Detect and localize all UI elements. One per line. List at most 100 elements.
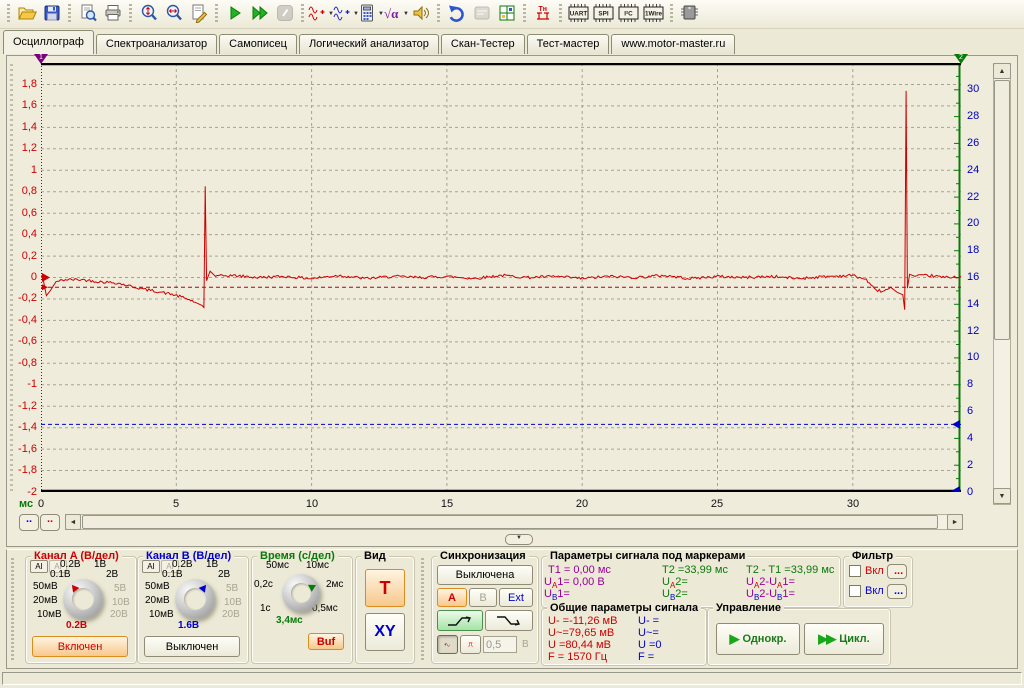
uart-button[interactable]: UART [566, 2, 591, 26]
print-preview-button[interactable] [75, 2, 100, 26]
vertical-scroll-thumb[interactable] [994, 80, 1010, 340]
tab-bar: ОсциллографСпектроанализаторСамописецЛог… [0, 29, 1024, 54]
sync-level-input[interactable] [483, 636, 517, 653]
y-left-tick-label: -0,4 [7, 314, 37, 326]
measurer-button[interactable]: Тн [530, 2, 555, 26]
measurer-icon: Тн [533, 3, 553, 26]
channel-a-knob[interactable] [63, 579, 103, 619]
toolbar-separator [523, 4, 526, 24]
y-left-tick-label: -1,8 [7, 464, 37, 476]
stop-icon [275, 3, 295, 26]
tab-2[interactable]: Спектроанализатор [96, 34, 217, 54]
scale-label: 10мВ [149, 609, 174, 620]
t1-value: T1 = 0,00 мс [548, 564, 611, 576]
one-wire-button[interactable]: 1Wire [641, 2, 666, 26]
scale-label: 1В [206, 559, 218, 570]
display-button[interactable] [469, 2, 494, 26]
rising-edge-icon [446, 614, 474, 628]
time-marker-1[interactable]: 1 [34, 54, 48, 64]
scroll-up-button[interactable]: ▲ [993, 63, 1011, 79]
scroll-left-button[interactable]: ◄ [65, 514, 81, 530]
sync-source-ext-button[interactable]: Ext [499, 588, 533, 607]
scale-label: 1с [260, 603, 271, 614]
sync-mode-pulse-button[interactable] [460, 635, 481, 654]
signal-a-icon [307, 3, 327, 26]
channel-b-state-button[interactable]: Выключен [144, 636, 240, 657]
control-grip[interactable] [11, 558, 14, 660]
sync-off-button[interactable]: Выключена [437, 565, 533, 585]
channel-a-autoscale-button[interactable]: AI [30, 560, 48, 573]
channel-b-knob[interactable] [175, 579, 215, 619]
sound-button[interactable] [408, 2, 433, 26]
i2c-button[interactable]: I²C [616, 2, 641, 26]
sync-rising-edge-button[interactable] [437, 610, 483, 631]
spi-icon: SPI [592, 3, 615, 26]
channel-b-autoscale-button[interactable]: AI [142, 560, 160, 573]
cycle-run-button[interactable]: ▶▶ Цикл. [804, 623, 884, 655]
y-right-tick-label: 26 [967, 137, 979, 149]
tab-5[interactable]: Скан-Тестер [441, 34, 525, 54]
separator [421, 558, 424, 660]
chip-button[interactable] [677, 2, 702, 26]
start-cycle-button[interactable] [247, 2, 272, 26]
table-button[interactable] [494, 2, 519, 26]
waveform-plot[interactable] [41, 63, 961, 492]
channel-a-state-button[interactable]: Включен [32, 636, 128, 657]
time-marker-2[interactable]: 2 [954, 54, 968, 64]
calculator-button[interactable]: ▼ [358, 2, 383, 26]
horizontal-scroll-thumb[interactable] [82, 515, 938, 529]
freq-a: F = 1570 Гц [548, 651, 607, 663]
tab-4[interactable]: Логический анализатор [299, 34, 439, 54]
collapse-controls-button[interactable]: ▼ [505, 534, 533, 545]
scroll-right-button[interactable]: ► [947, 514, 963, 530]
print-icon [103, 3, 123, 26]
i2c-icon: I²C [617, 3, 640, 26]
sync-mode-wave-button[interactable] [437, 635, 458, 654]
view-t-button[interactable]: T [365, 569, 405, 607]
start-icon [225, 3, 245, 26]
toolbar-separator [68, 4, 71, 24]
signal-b-button[interactable]: ▼ [333, 2, 358, 26]
zoom-horizontal-icon [164, 3, 184, 26]
save-button[interactable] [39, 2, 64, 26]
sync-falling-edge-button[interactable] [485, 610, 533, 631]
report-button[interactable] [186, 2, 211, 26]
zoom-horizontal-button[interactable] [161, 2, 186, 26]
u-a: U =80,44 мВ [548, 639, 611, 651]
undo-button[interactable] [444, 2, 469, 26]
scroll-down-button[interactable]: ▼ [993, 488, 1011, 504]
tab-6[interactable]: Тест-мастер [527, 34, 610, 54]
tab-1[interactable]: Осциллограф [3, 30, 94, 54]
view-xy-button[interactable]: XY [365, 613, 405, 651]
single-run-button[interactable]: ▶ Однокр. [716, 623, 800, 655]
sync-source-a-button[interactable]: A [437, 588, 467, 607]
stop-button[interactable] [272, 2, 297, 26]
filter-a-checkbox[interactable] [849, 565, 861, 577]
tab-7[interactable]: www.motor-master.ru [611, 34, 735, 54]
timebase-value: 3,4мс [276, 615, 303, 626]
start-button[interactable] [222, 2, 247, 26]
zoom-vertical-button[interactable] [136, 2, 161, 26]
y-right-tick-label: 0 [967, 486, 973, 498]
svg-text:SPI: SPI [598, 10, 608, 17]
pan-a-button[interactable]: .. [19, 514, 39, 531]
tab-3[interactable]: Самописец [219, 34, 297, 54]
open-button[interactable] [14, 2, 39, 26]
filter-b-settings-button[interactable]: ... [887, 584, 907, 599]
status-bar [2, 672, 1022, 685]
filter-a-settings-button[interactable]: ... [887, 564, 907, 579]
sync-source-b-button[interactable]: B [469, 588, 497, 607]
toolbar-grip[interactable] [7, 4, 10, 24]
save-icon [42, 3, 62, 26]
timebase-knob[interactable] [282, 574, 320, 612]
signal-a-button[interactable]: ▼ [308, 2, 333, 26]
filter-b-checkbox[interactable] [849, 585, 861, 597]
math-button[interactable]: √α▼ [383, 2, 408, 26]
print-button[interactable] [100, 2, 125, 26]
y-right-tick-label: 16 [967, 271, 979, 283]
spi-button[interactable]: SPI [591, 2, 616, 26]
buffer-button[interactable]: Buf [308, 633, 344, 650]
scale-label: 2В [106, 569, 118, 580]
y-right-tick-label: 8 [967, 378, 973, 390]
pan-b-button[interactable]: .. [40, 514, 60, 531]
